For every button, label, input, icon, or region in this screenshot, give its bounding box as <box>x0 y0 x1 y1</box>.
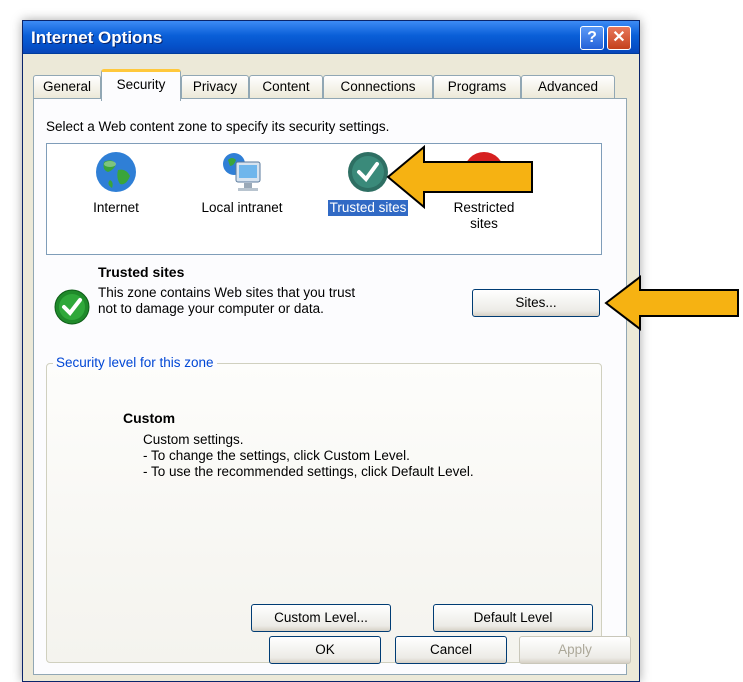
tab-general[interactable]: General <box>33 75 101 98</box>
arrow-pointing-to-sites-button-icon <box>604 275 739 331</box>
globe-icon <box>96 152 136 192</box>
question-icon: ? <box>587 29 597 46</box>
selected-zone-title: Trusted sites <box>98 264 185 280</box>
selected-zone-description: This zone contains Web sites that you tr… <box>98 285 356 316</box>
custom-level-button[interactable]: Custom Level... <box>251 604 391 632</box>
tab-security[interactable]: Security <box>101 69 181 101</box>
tab-advanced[interactable]: Advanced <box>521 75 615 98</box>
cancel-button[interactable]: Cancel <box>395 636 507 664</box>
security-level-title: Custom <box>123 410 176 426</box>
tab-connections[interactable]: Connections <box>323 75 433 98</box>
ok-button[interactable]: OK <box>269 636 381 664</box>
close-icon: ✕ <box>612 29 626 46</box>
title-bar[interactable]: Internet Options ? ✕ <box>23 21 639 54</box>
level-line: Custom settings. <box>143 432 244 447</box>
internet-options-window: Internet Options ? ✕ General Security Pr… <box>22 20 640 682</box>
computer-globe-icon <box>223 153 261 191</box>
window-title: Internet Options <box>31 28 163 47</box>
close-button[interactable]: ✕ <box>607 26 631 50</box>
tab-privacy[interactable]: Privacy <box>181 75 249 98</box>
zone-local-intranet[interactable]: Local intranet <box>187 150 297 216</box>
default-level-button[interactable]: Default Level <box>433 604 593 632</box>
trusted-check-icon <box>54 289 90 325</box>
zone-instructions: Select a Web content zone to specify its… <box>46 119 390 134</box>
arrow-pointing-to-trusted-sites-icon <box>386 145 533 209</box>
security-tab-panel: Select a Web content zone to specify its… <box>33 98 627 675</box>
level-line: - To change the settings, click Custom L… <box>143 448 410 463</box>
tab-programs[interactable]: Programs <box>433 75 521 98</box>
level-line: - To use the recommended settings, click… <box>143 464 474 479</box>
tab-content[interactable]: Content <box>249 75 323 98</box>
sites-button[interactable]: Sites... <box>472 289 600 317</box>
zone-internet[interactable]: Internet <box>61 150 171 216</box>
security-level-description: Custom settings. - To change the setting… <box>143 432 474 480</box>
zone-label-local-intranet: Local intranet <box>201 200 283 215</box>
help-button[interactable]: ? <box>580 26 604 50</box>
checkmark-icon <box>348 152 388 192</box>
zone-label-restricted-line2: sites <box>470 216 498 231</box>
apply-button[interactable]: Apply <box>519 636 631 664</box>
zone-label-internet: Internet <box>93 200 139 215</box>
security-level-legend: Security level for this zone <box>53 355 217 370</box>
security-level-group: Security level for this zone Custom Cust… <box>46 355 602 663</box>
